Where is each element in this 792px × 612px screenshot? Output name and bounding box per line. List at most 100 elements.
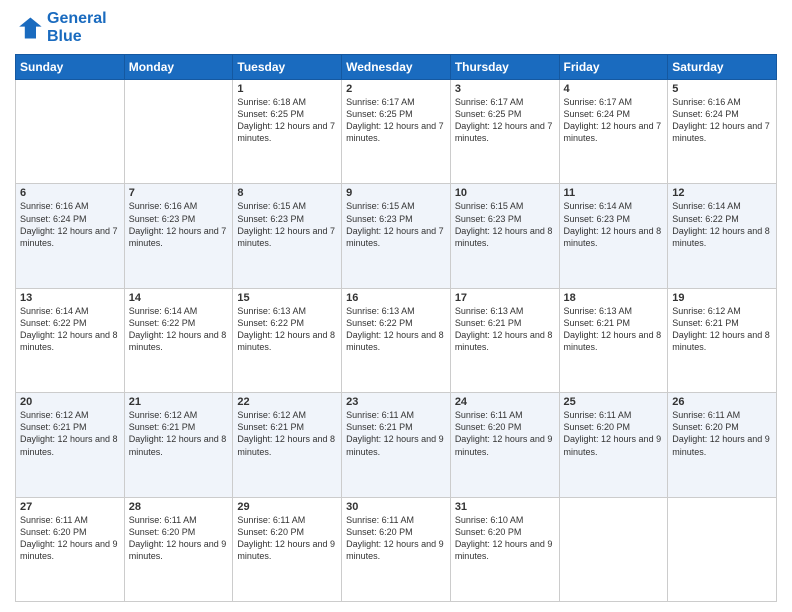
calendar-cell: 27Sunrise: 6:11 AMSunset: 6:20 PMDayligh… [16, 497, 125, 601]
cell-info: Sunrise: 6:11 AMSunset: 6:20 PMDaylight:… [20, 514, 120, 563]
weekday-header-cell: Wednesday [342, 55, 451, 80]
day-number: 16 [346, 292, 446, 304]
cell-info: Sunrise: 6:16 AMSunset: 6:24 PMDaylight:… [20, 200, 120, 249]
weekday-header-cell: Tuesday [233, 55, 342, 80]
cell-info: Sunrise: 6:11 AMSunset: 6:20 PMDaylight:… [346, 514, 446, 563]
calendar-week-row: 20Sunrise: 6:12 AMSunset: 6:21 PMDayligh… [16, 393, 777, 497]
cell-info: Sunrise: 6:11 AMSunset: 6:21 PMDaylight:… [346, 409, 446, 458]
page: General Blue SundayMondayTuesdayWednesda… [0, 0, 792, 612]
day-number: 20 [20, 396, 120, 408]
calendar-cell: 7Sunrise: 6:16 AMSunset: 6:23 PMDaylight… [124, 184, 233, 288]
calendar-cell: 21Sunrise: 6:12 AMSunset: 6:21 PMDayligh… [124, 393, 233, 497]
cell-info: Sunrise: 6:10 AMSunset: 6:20 PMDaylight:… [455, 514, 555, 563]
calendar-cell: 9Sunrise: 6:15 AMSunset: 6:23 PMDaylight… [342, 184, 451, 288]
calendar-body: 1Sunrise: 6:18 AMSunset: 6:25 PMDaylight… [16, 80, 777, 602]
calendar-cell: 6Sunrise: 6:16 AMSunset: 6:24 PMDaylight… [16, 184, 125, 288]
cell-info: Sunrise: 6:12 AMSunset: 6:21 PMDaylight:… [672, 305, 772, 354]
calendar-cell: 16Sunrise: 6:13 AMSunset: 6:22 PMDayligh… [342, 288, 451, 392]
cell-info: Sunrise: 6:13 AMSunset: 6:21 PMDaylight:… [564, 305, 664, 354]
day-number: 28 [129, 501, 229, 513]
day-number: 13 [20, 292, 120, 304]
calendar-cell: 14Sunrise: 6:14 AMSunset: 6:22 PMDayligh… [124, 288, 233, 392]
calendar-cell: 31Sunrise: 6:10 AMSunset: 6:20 PMDayligh… [450, 497, 559, 601]
day-number: 26 [672, 396, 772, 408]
cell-info: Sunrise: 6:15 AMSunset: 6:23 PMDaylight:… [346, 200, 446, 249]
cell-info: Sunrise: 6:11 AMSunset: 6:20 PMDaylight:… [455, 409, 555, 458]
calendar-cell: 20Sunrise: 6:12 AMSunset: 6:21 PMDayligh… [16, 393, 125, 497]
calendar-cell: 24Sunrise: 6:11 AMSunset: 6:20 PMDayligh… [450, 393, 559, 497]
day-number: 1 [237, 83, 337, 95]
cell-info: Sunrise: 6:17 AMSunset: 6:24 PMDaylight:… [564, 96, 664, 145]
cell-info: Sunrise: 6:14 AMSunset: 6:22 PMDaylight:… [129, 305, 229, 354]
cell-info: Sunrise: 6:17 AMSunset: 6:25 PMDaylight:… [455, 96, 555, 145]
day-number: 2 [346, 83, 446, 95]
header: General Blue [15, 10, 777, 46]
day-number: 19 [672, 292, 772, 304]
day-number: 22 [237, 396, 337, 408]
calendar-cell: 29Sunrise: 6:11 AMSunset: 6:20 PMDayligh… [233, 497, 342, 601]
day-number: 31 [455, 501, 555, 513]
day-number: 18 [564, 292, 664, 304]
cell-info: Sunrise: 6:18 AMSunset: 6:25 PMDaylight:… [237, 96, 337, 145]
day-number: 30 [346, 501, 446, 513]
day-number: 29 [237, 501, 337, 513]
logo-icon [15, 14, 43, 42]
day-number: 21 [129, 396, 229, 408]
calendar-cell: 5Sunrise: 6:16 AMSunset: 6:24 PMDaylight… [668, 80, 777, 184]
day-number: 7 [129, 187, 229, 199]
day-number: 17 [455, 292, 555, 304]
cell-info: Sunrise: 6:11 AMSunset: 6:20 PMDaylight:… [564, 409, 664, 458]
cell-info: Sunrise: 6:17 AMSunset: 6:25 PMDaylight:… [346, 96, 446, 145]
calendar-week-row: 1Sunrise: 6:18 AMSunset: 6:25 PMDaylight… [16, 80, 777, 184]
day-number: 14 [129, 292, 229, 304]
day-number: 11 [564, 187, 664, 199]
calendar-cell [668, 497, 777, 601]
calendar-cell: 10Sunrise: 6:15 AMSunset: 6:23 PMDayligh… [450, 184, 559, 288]
cell-info: Sunrise: 6:14 AMSunset: 6:22 PMDaylight:… [672, 200, 772, 249]
calendar-cell [124, 80, 233, 184]
calendar-cell: 17Sunrise: 6:13 AMSunset: 6:21 PMDayligh… [450, 288, 559, 392]
day-number: 10 [455, 187, 555, 199]
day-number: 23 [346, 396, 446, 408]
calendar-cell [16, 80, 125, 184]
calendar-cell: 23Sunrise: 6:11 AMSunset: 6:21 PMDayligh… [342, 393, 451, 497]
calendar-cell: 8Sunrise: 6:15 AMSunset: 6:23 PMDaylight… [233, 184, 342, 288]
logo-text: General Blue [47, 10, 107, 46]
weekday-header-cell: Saturday [668, 55, 777, 80]
calendar-cell: 13Sunrise: 6:14 AMSunset: 6:22 PMDayligh… [16, 288, 125, 392]
calendar-cell: 1Sunrise: 6:18 AMSunset: 6:25 PMDaylight… [233, 80, 342, 184]
cell-info: Sunrise: 6:14 AMSunset: 6:23 PMDaylight:… [564, 200, 664, 249]
day-number: 8 [237, 187, 337, 199]
cell-info: Sunrise: 6:13 AMSunset: 6:21 PMDaylight:… [455, 305, 555, 354]
calendar-cell: 22Sunrise: 6:12 AMSunset: 6:21 PMDayligh… [233, 393, 342, 497]
day-number: 15 [237, 292, 337, 304]
calendar-cell: 15Sunrise: 6:13 AMSunset: 6:22 PMDayligh… [233, 288, 342, 392]
calendar-cell: 3Sunrise: 6:17 AMSunset: 6:25 PMDaylight… [450, 80, 559, 184]
cell-info: Sunrise: 6:14 AMSunset: 6:22 PMDaylight:… [20, 305, 120, 354]
cell-info: Sunrise: 6:11 AMSunset: 6:20 PMDaylight:… [129, 514, 229, 563]
weekday-header-cell: Sunday [16, 55, 125, 80]
day-number: 27 [20, 501, 120, 513]
day-number: 3 [455, 83, 555, 95]
cell-info: Sunrise: 6:16 AMSunset: 6:23 PMDaylight:… [129, 200, 229, 249]
calendar-cell: 30Sunrise: 6:11 AMSunset: 6:20 PMDayligh… [342, 497, 451, 601]
weekday-header-row: SundayMondayTuesdayWednesdayThursdayFrid… [16, 55, 777, 80]
day-number: 4 [564, 83, 664, 95]
calendar-cell: 25Sunrise: 6:11 AMSunset: 6:20 PMDayligh… [559, 393, 668, 497]
calendar-cell [559, 497, 668, 601]
day-number: 9 [346, 187, 446, 199]
day-number: 25 [564, 396, 664, 408]
cell-info: Sunrise: 6:16 AMSunset: 6:24 PMDaylight:… [672, 96, 772, 145]
calendar-cell: 11Sunrise: 6:14 AMSunset: 6:23 PMDayligh… [559, 184, 668, 288]
calendar-cell: 12Sunrise: 6:14 AMSunset: 6:22 PMDayligh… [668, 184, 777, 288]
weekday-header-cell: Friday [559, 55, 668, 80]
calendar-cell: 2Sunrise: 6:17 AMSunset: 6:25 PMDaylight… [342, 80, 451, 184]
weekday-header-cell: Monday [124, 55, 233, 80]
cell-info: Sunrise: 6:11 AMSunset: 6:20 PMDaylight:… [672, 409, 772, 458]
day-number: 6 [20, 187, 120, 199]
logo: General Blue [15, 10, 107, 46]
cell-info: Sunrise: 6:13 AMSunset: 6:22 PMDaylight:… [237, 305, 337, 354]
calendar-week-row: 6Sunrise: 6:16 AMSunset: 6:24 PMDaylight… [16, 184, 777, 288]
calendar-cell: 18Sunrise: 6:13 AMSunset: 6:21 PMDayligh… [559, 288, 668, 392]
cell-info: Sunrise: 6:12 AMSunset: 6:21 PMDaylight:… [20, 409, 120, 458]
